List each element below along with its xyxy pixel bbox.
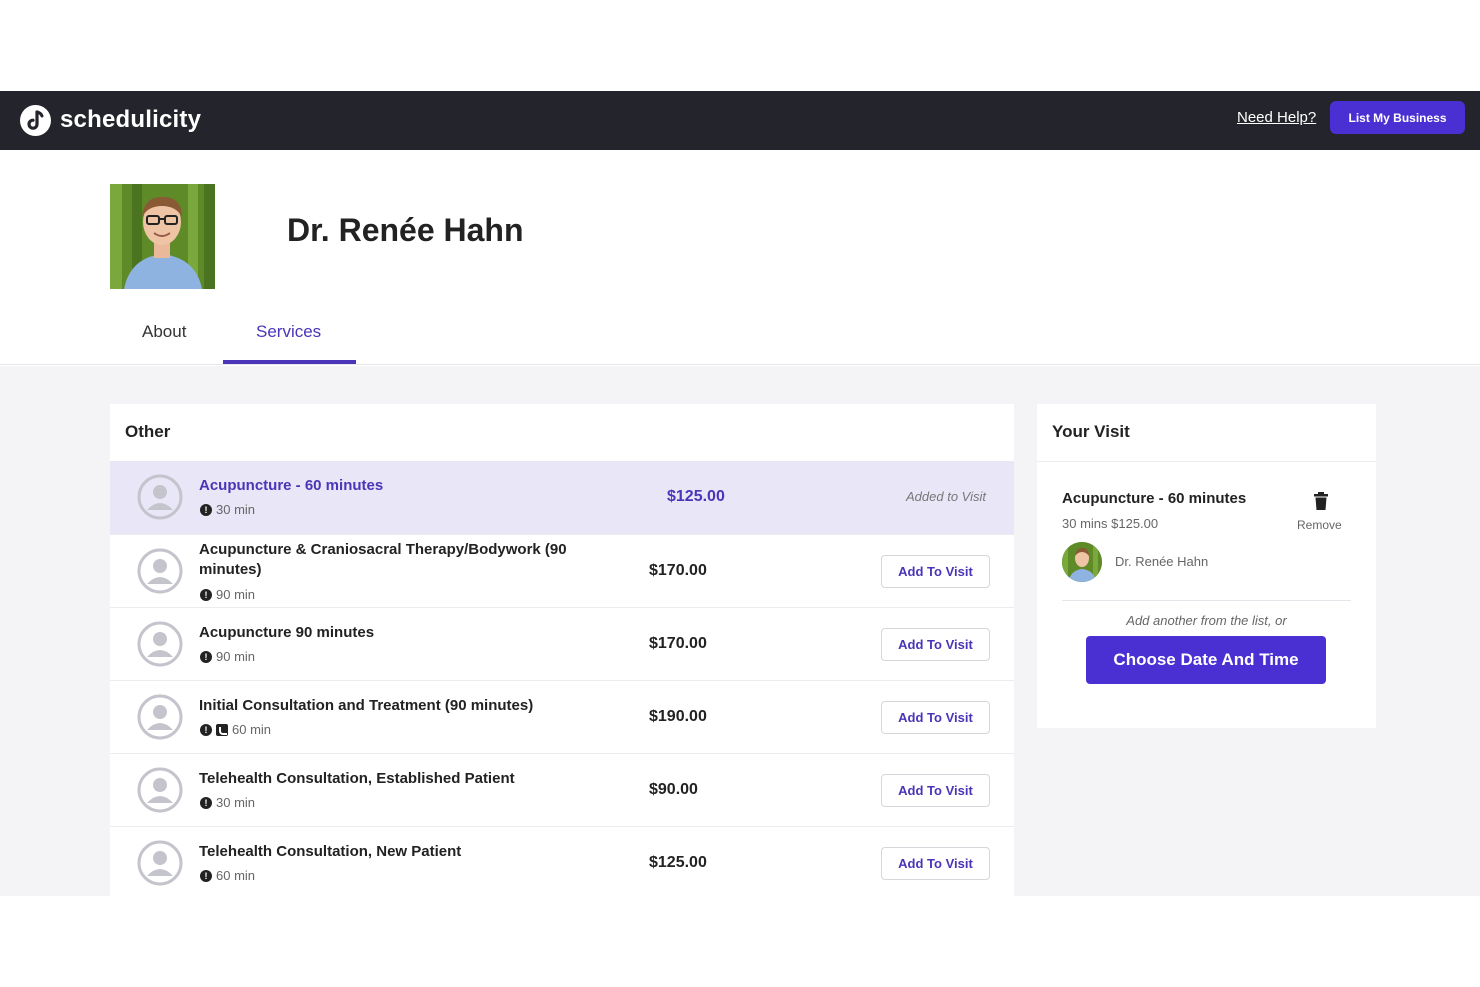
user-placeholder-icon bbox=[137, 767, 183, 813]
service-duration: ! 30 min bbox=[200, 795, 255, 810]
service-price: $170.00 bbox=[649, 562, 707, 579]
top-nav: schedulicity Need Help? List My Business bbox=[0, 91, 1480, 150]
user-placeholder-icon bbox=[137, 474, 183, 520]
active-tab-indicator bbox=[223, 360, 356, 364]
info-icon[interactable]: ! bbox=[200, 503, 212, 516]
service-name: Telehealth Consultation, New Patient bbox=[199, 843, 462, 860]
add-to-visit-button[interactable]: Add To Visit bbox=[881, 555, 990, 588]
info-icon[interactable]: ! bbox=[200, 650, 212, 663]
service-name: Acupuncture - 60 minutes bbox=[199, 477, 384, 494]
duration-text: 60 min bbox=[216, 868, 256, 883]
add-to-visit-button[interactable]: Add To Visit bbox=[881, 847, 990, 880]
trash-icon[interactable] bbox=[1313, 492, 1329, 510]
service-name: Initial Consultation and Treatment (90 m… bbox=[199, 697, 534, 714]
tab-about[interactable]: About bbox=[142, 322, 186, 342]
visit-service-name: Acupuncture - 60 minutes bbox=[1062, 490, 1247, 507]
duration-text: 60 min bbox=[232, 722, 272, 737]
add-to-visit-button[interactable]: Add To Visit bbox=[881, 774, 990, 807]
service-duration: ! 90 min bbox=[200, 587, 255, 602]
service-name: Acupuncture & Craniosacral Therapy/Bodyw… bbox=[199, 541, 567, 578]
service-row[interactable]: Telehealth Consultation, Established Pat… bbox=[110, 753, 1014, 826]
add-to-visit-button[interactable]: Add To Visit bbox=[881, 628, 990, 661]
services-list: Acupuncture - 60 minutes ! 30 min $125.0… bbox=[110, 461, 1014, 896]
add-to-visit-button[interactable]: Add To Visit bbox=[881, 701, 990, 734]
duration-text: 30 min bbox=[216, 795, 256, 810]
need-help-link[interactable]: Need Help? bbox=[1237, 109, 1316, 126]
list-my-business-button[interactable]: List My Business bbox=[1330, 101, 1465, 134]
service-duration: ! 30 min bbox=[200, 502, 255, 517]
provider-avatar bbox=[1062, 542, 1102, 582]
info-icon[interactable]: ! bbox=[200, 796, 212, 809]
service-price: $90.00 bbox=[649, 781, 698, 798]
brand-logo[interactable]: schedulicity bbox=[20, 100, 201, 140]
choose-date-and-time-button[interactable]: Choose Date And Time bbox=[1086, 636, 1326, 684]
user-placeholder-icon bbox=[137, 840, 183, 886]
service-row[interactable]: Telehealth Consultation, New Patient ! 6… bbox=[110, 826, 1014, 896]
duration-text: 90 min bbox=[216, 587, 256, 602]
content-area: Other Acupuncture - 60 minutes ! 30 min … bbox=[0, 366, 1480, 896]
user-placeholder-icon bbox=[137, 694, 183, 740]
service-row[interactable]: Acupuncture - 60 minutes ! 30 min $125.0… bbox=[110, 461, 1014, 534]
visit-service-meta: 30 mins $125.00 bbox=[1062, 516, 1159, 531]
schedulicity-logo-icon bbox=[20, 104, 51, 136]
duration-text: 90 min bbox=[216, 649, 256, 664]
service-duration: ! 60 min bbox=[200, 868, 255, 883]
service-row[interactable]: Initial Consultation and Treatment (90 m… bbox=[110, 680, 1014, 753]
phone-icon bbox=[216, 723, 228, 736]
page-footer-space bbox=[0, 896, 1480, 987]
provider-name: Dr. Renée Hahn bbox=[287, 212, 524, 248]
tab-services[interactable]: Services bbox=[256, 322, 321, 342]
visit-title: Your Visit bbox=[1052, 422, 1130, 441]
user-placeholder-icon bbox=[137, 548, 183, 594]
visit-provider-name: Dr. Renée Hahn bbox=[1115, 554, 1209, 569]
provider-photo bbox=[110, 184, 215, 289]
services-card: Other Acupuncture - 60 minutes ! 30 min … bbox=[110, 404, 1014, 896]
divider bbox=[1062, 600, 1351, 601]
page: schedulicity Need Help? List My Business bbox=[0, 0, 1480, 987]
info-icon[interactable]: ! bbox=[200, 869, 212, 882]
service-price: $125.00 bbox=[667, 488, 725, 505]
service-duration: ! 60 min bbox=[200, 722, 271, 737]
service-duration: ! 90 min bbox=[200, 649, 255, 664]
category-title: Other bbox=[125, 422, 171, 441]
service-row[interactable]: Acupuncture 90 minutes ! 90 min $170.00 … bbox=[110, 607, 1014, 680]
service-price: $170.00 bbox=[649, 635, 707, 652]
service-name: Acupuncture 90 minutes bbox=[199, 624, 375, 641]
info-icon[interactable]: ! bbox=[200, 588, 212, 601]
duration-text: 30 min bbox=[216, 502, 256, 517]
service-price: $125.00 bbox=[649, 854, 707, 871]
profile-header: Dr. Renée Hahn About Services bbox=[0, 150, 1480, 365]
brand-name: schedulicity bbox=[60, 106, 202, 133]
service-row[interactable]: Acupuncture & Craniosacral Therapy/Bodyw… bbox=[110, 534, 1014, 607]
service-name: Telehealth Consultation, Established Pat… bbox=[199, 770, 515, 787]
your-visit-card: Your Visit Acupuncture - 60 minutes 30 m… bbox=[1037, 404, 1376, 728]
info-icon[interactable]: ! bbox=[200, 723, 212, 736]
added-to-visit-status: Added to Visit bbox=[906, 489, 986, 504]
user-placeholder-icon bbox=[137, 621, 183, 667]
add-another-hint: Add another from the list, or bbox=[1126, 613, 1287, 628]
remove-button[interactable]: Remove bbox=[1297, 518, 1342, 532]
divider bbox=[1037, 461, 1376, 462]
service-price: $190.00 bbox=[649, 708, 707, 725]
